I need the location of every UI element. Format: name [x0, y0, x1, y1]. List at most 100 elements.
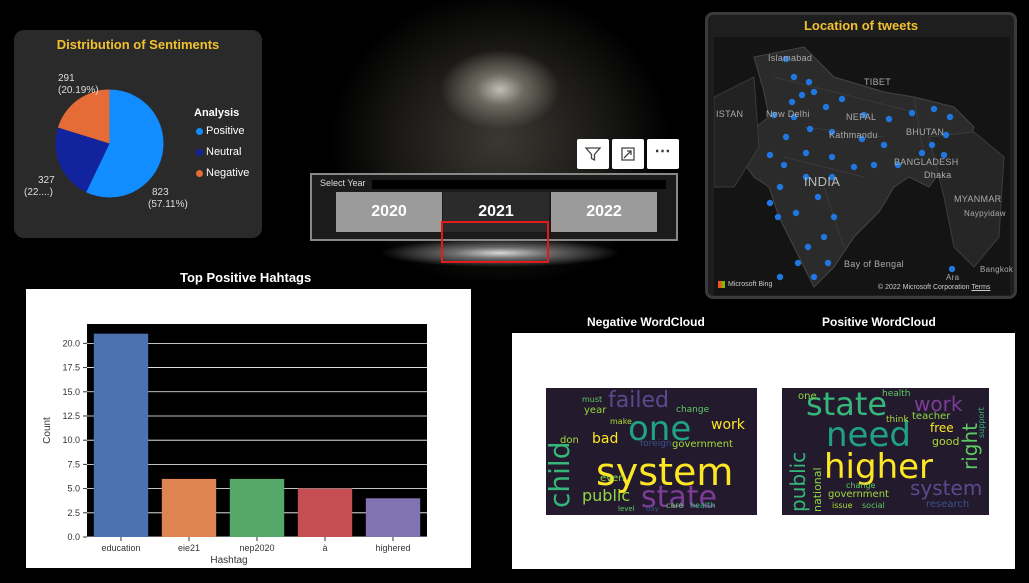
wordcloud-panel[interactable]: system state child failed one public bad…	[512, 333, 1015, 569]
map-marker[interactable]	[824, 259, 832, 267]
map-marker[interactable]	[776, 273, 784, 281]
map-marker[interactable]	[908, 109, 916, 117]
bar-2[interactable]	[229, 478, 285, 537]
map-marker[interactable]	[822, 103, 830, 111]
legend-item-negative[interactable]: Negative	[196, 167, 249, 179]
map-area[interactable]: Islamabad TIBET ISTAN New Delhi NEPAL Ka…	[714, 37, 1014, 295]
year-button-2022[interactable]: 2022	[551, 192, 657, 232]
wc-neg-word: health	[690, 501, 716, 510]
pie-label-positive: 823 (57.11%)	[148, 187, 188, 211]
tweet-location-map-panel[interactable]: Location of tweets Islamabad TIBET ISTAN…	[705, 12, 1017, 299]
slicer-title: Select Year	[320, 178, 366, 188]
wc-neg-word: must	[582, 395, 603, 404]
y-tick-label: 17.5	[62, 363, 80, 373]
map-marker[interactable]	[928, 141, 936, 149]
wc-pos-word: good	[932, 435, 960, 448]
y-tick-label: 5.0	[67, 484, 80, 494]
map-label-bangladesh: BANGLADESH	[894, 157, 959, 167]
wc-pos-word: support	[977, 407, 986, 438]
wc-neg-word: foreign	[640, 439, 672, 449]
pie-label-positive-count: 823	[152, 187, 169, 198]
map-marker[interactable]	[930, 105, 938, 113]
filter-button[interactable]	[577, 139, 609, 169]
map-marker[interactable]	[918, 149, 926, 157]
x-tick-label: à	[322, 543, 327, 553]
map-marker[interactable]	[838, 95, 846, 103]
wc-neg-word: care	[666, 501, 684, 510]
map-marker[interactable]	[810, 273, 818, 281]
map-marker[interactable]	[806, 125, 814, 133]
pie-label-negative-pct: (20.19%)	[58, 85, 99, 96]
map-marker[interactable]	[766, 151, 774, 159]
year-button-2020[interactable]: 2020	[336, 192, 442, 232]
sentiment-pie-chart[interactable]	[52, 86, 167, 201]
wc-neg-word: make	[610, 417, 632, 426]
focus-mode-icon	[621, 147, 635, 161]
highlight-box	[441, 221, 549, 263]
bar-3[interactable]	[297, 488, 353, 537]
bar-0[interactable]	[93, 333, 149, 537]
legend-item-neutral[interactable]: Neutral	[196, 146, 241, 158]
map-marker[interactable]	[774, 213, 782, 221]
map-marker[interactable]	[810, 88, 818, 96]
negative-wordcloud-title: Negative WordCloud	[587, 315, 705, 329]
map-marker[interactable]	[766, 199, 774, 207]
map-marker[interactable]	[820, 233, 828, 241]
wc-neg-word: government	[672, 439, 733, 450]
more-options-button[interactable]: ⋯	[647, 139, 679, 169]
map-marker[interactable]	[782, 133, 790, 141]
map-marker[interactable]	[780, 161, 788, 169]
map-terms-link[interactable]: Terms	[971, 284, 990, 291]
map-marker[interactable]	[850, 163, 858, 171]
more-options-icon: ⋯	[654, 143, 672, 160]
negative-wordcloud[interactable]: system state child failed one public bad…	[546, 388, 757, 515]
map-marker[interactable]	[885, 115, 893, 123]
pie-title: Distribution of Sentiments	[56, 37, 220, 52]
map-label-bangkok: Bangkok	[980, 265, 1014, 274]
bar-4[interactable]	[365, 498, 421, 537]
map-marker[interactable]	[814, 193, 822, 201]
map-marker[interactable]	[776, 183, 784, 191]
map-marker[interactable]	[805, 78, 813, 86]
pie-label-neutral-count: 327	[38, 175, 55, 186]
positive-wordcloud[interactable]: state need higher work system public rig…	[782, 388, 989, 515]
map-marker[interactable]	[830, 213, 838, 221]
map-marker[interactable]	[792, 209, 800, 217]
map-copyright: © 2022 Microsoft Corporation	[878, 284, 970, 291]
map-marker[interactable]	[828, 153, 836, 161]
pie-label-positive-pct: (57.11%)	[148, 199, 188, 210]
map-marker[interactable]	[870, 161, 878, 169]
microsoft-logo-icon	[718, 281, 725, 288]
bar-1[interactable]	[161, 478, 217, 537]
wc-pos-word: research	[926, 499, 970, 510]
pie-label-neutral-pct: (22....)	[24, 187, 53, 198]
map-marker[interactable]	[804, 243, 812, 251]
map-label-new-delhi: New Delhi	[766, 109, 810, 119]
x-tick-label: highered	[375, 543, 410, 553]
y-tick-label: 2.5	[67, 508, 80, 518]
map-marker[interactable]	[794, 259, 802, 267]
legend-dot-negative	[196, 169, 203, 177]
wc-neg-word: child	[546, 441, 576, 508]
x-tick-label: nep2020	[239, 543, 274, 553]
map-marker[interactable]	[788, 98, 796, 106]
hashtag-bar-chart[interactable]: 0.0 2.5 5.0 7.5 10.0 12.5 15.0 17.5 20.0 educatio…	[26, 289, 471, 568]
map-label-ara: Ara	[946, 273, 960, 282]
wc-neg-word: even	[600, 473, 625, 484]
map-marker[interactable]	[946, 113, 954, 121]
map-label-myanmar: MYANMAR	[954, 194, 1002, 204]
wc-pos-word: think	[886, 415, 909, 425]
map-marker[interactable]	[802, 149, 810, 157]
sentiment-pie-panel[interactable]: Distribution of Sentiments 291 (20.19%) …	[14, 30, 262, 238]
map-marker[interactable]	[798, 91, 806, 99]
map-marker[interactable]	[948, 265, 956, 273]
pie-legend-title: Analysis	[194, 107, 240, 119]
filter-icon	[584, 147, 602, 162]
bar-chart-panel[interactable]: 0.0 2.5 5.0 7.5 10.0 12.5 15.0 17.5 20.0 educatio…	[26, 289, 471, 568]
map-marker[interactable]	[880, 141, 888, 149]
y-axis-label: Count	[42, 417, 53, 444]
map-label-nepal: NEPAL	[846, 112, 877, 122]
focus-mode-button[interactable]	[612, 139, 644, 169]
legend-item-positive[interactable]: Positive	[196, 125, 245, 137]
map-marker[interactable]	[790, 73, 798, 81]
